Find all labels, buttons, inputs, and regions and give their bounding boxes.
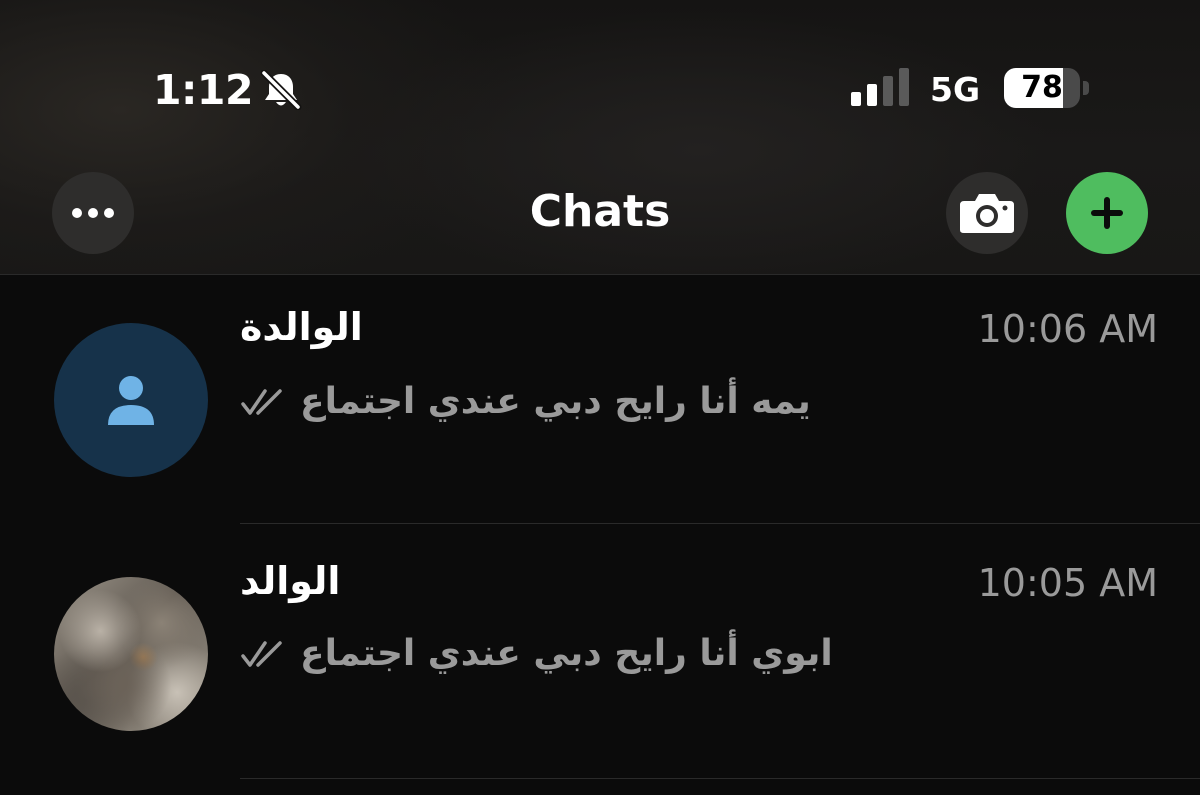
network-type: 5G (930, 70, 981, 109)
ellipsis-icon (72, 208, 114, 218)
divider (240, 778, 1200, 779)
message-time: 10:06 AM (977, 307, 1158, 351)
message-preview: ابوي أنا رايح دبي عندي اجتماع (240, 628, 833, 680)
preview-text: يمه أنا رايح دبي عندي اجتماع (300, 381, 811, 422)
chat-list: الوالدة 10:06 AM يمه أنا رايح دبي عندي ا… (0, 275, 1200, 795)
chat-row-mother[interactable]: الوالدة 10:06 AM يمه أنا رايح دبي عندي ا… (0, 275, 1200, 525)
camera-button[interactable] (946, 172, 1028, 254)
double-check-icon (241, 641, 282, 667)
battery-body: 78 (1004, 68, 1080, 108)
battery-indicator: 78 (1004, 68, 1090, 108)
more-options-button[interactable] (52, 172, 134, 254)
cellular-signal-icon (851, 68, 909, 106)
avatar[interactable] (54, 323, 208, 477)
page-title: Chats (529, 186, 671, 237)
double-check-icon (241, 389, 282, 415)
battery-percent: 78 (1021, 70, 1063, 105)
default-person-icon (108, 376, 154, 425)
message-time: 10:05 AM (977, 561, 1158, 605)
bell-slash-icon (260, 70, 302, 110)
avatar[interactable] (54, 577, 208, 731)
divider (240, 523, 1200, 524)
header: 1:12 5G 78 Chats (0, 0, 1200, 275)
battery-nub (1083, 81, 1089, 95)
camera-icon (960, 194, 1014, 233)
chat-row-father[interactable]: الوالد 10:05 AM ابوي أنا رايح دبي عندي ا… (0, 525, 1200, 775)
chats-screen: 1:12 5G 78 Chats الوالدة 10:06 AM يمه أن… (0, 0, 1200, 795)
message-preview: يمه أنا رايح دبي عندي اجتماع (240, 376, 811, 428)
new-chat-button[interactable] (1066, 172, 1148, 254)
plus-icon (1091, 197, 1123, 229)
preview-text: ابوي أنا رايح دبي عندي اجتماع (300, 633, 833, 674)
contact-name: الوالدة (240, 305, 363, 349)
contact-name: الوالد (240, 559, 341, 603)
status-time: 1:12 (153, 66, 253, 114)
